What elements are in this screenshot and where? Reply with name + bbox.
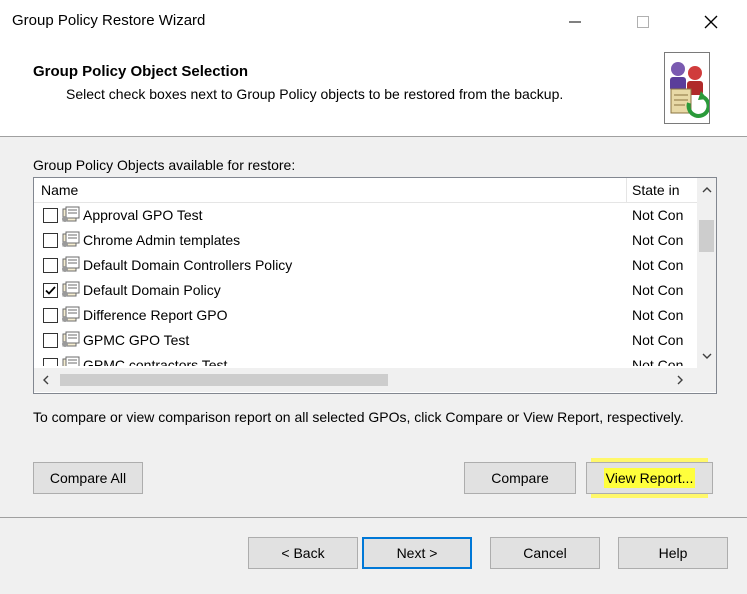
- scroll-down-button[interactable]: [697, 346, 716, 366]
- row-state: Not Con: [632, 282, 684, 298]
- checkmark-icon: [45, 286, 56, 295]
- row-checkbox[interactable]: [43, 208, 58, 223]
- row-checkbox[interactable]: [43, 233, 58, 248]
- row-state: Not Con: [632, 207, 684, 223]
- row-name: GPMC contractors Test: [83, 357, 228, 366]
- gpo-list-label: Group Policy Objects available for resto…: [33, 157, 296, 173]
- chevron-left-icon: [43, 375, 49, 385]
- row-name: Default Domain Policy: [83, 282, 221, 298]
- list-header: Name State in: [34, 178, 716, 203]
- maximize-button[interactable]: [620, 0, 666, 44]
- horizontal-scrollbar[interactable]: [34, 368, 697, 392]
- close-button[interactable]: [688, 0, 734, 44]
- page-title: Group Policy Object Selection: [33, 63, 249, 80]
- scrollbar-corner: [697, 368, 716, 392]
- list-item[interactable]: Default Domain Policy Not Con: [34, 278, 697, 303]
- row-state: Not Con: [632, 357, 684, 366]
- gpo-scroll-icon: [62, 231, 80, 247]
- list-item[interactable]: Default Domain Controllers Policy Not Co…: [34, 253, 697, 278]
- row-name: Difference Report GPO: [83, 307, 228, 323]
- cancel-button[interactable]: Cancel: [490, 537, 600, 569]
- row-name: Chrome Admin templates: [83, 232, 241, 248]
- gpo-list[interactable]: Name State in Approval GPO Test Not Con …: [33, 177, 717, 394]
- gpo-scroll-icon: [62, 206, 80, 222]
- wizard-content: Group Policy Objects available for resto…: [0, 137, 747, 518]
- row-name: GPMC GPO Test: [83, 332, 190, 348]
- row-checkbox[interactable]: [43, 333, 58, 348]
- row-name: Approval GPO Test: [83, 207, 203, 223]
- help-button[interactable]: Help: [618, 537, 728, 569]
- row-state: Not Con: [632, 257, 684, 273]
- next-button[interactable]: Next >: [362, 537, 472, 569]
- row-checkbox[interactable]: [43, 283, 58, 298]
- scroll-right-button[interactable]: [670, 370, 690, 390]
- list-rows: Approval GPO Test Not Con Chrome Admin t…: [34, 203, 697, 366]
- window-title: Group Policy Restore Wizard: [12, 12, 206, 29]
- view-report-label: View Report...: [603, 468, 696, 488]
- scroll-left-button[interactable]: [36, 370, 56, 390]
- gpo-scroll-icon: [62, 256, 80, 272]
- gpo-scroll-icon: [62, 281, 80, 297]
- scroll-up-button[interactable]: [697, 180, 716, 200]
- maximize-icon: [637, 16, 649, 28]
- vertical-scroll-thumb[interactable]: [699, 220, 714, 252]
- list-item[interactable]: GPMC contractors Test Not Con: [34, 353, 697, 366]
- chevron-down-icon: [702, 353, 711, 359]
- minimize-icon: [569, 21, 581, 23]
- row-checkbox[interactable]: [43, 308, 58, 323]
- column-header-name-label: Name: [41, 182, 79, 198]
- row-state: Not Con: [632, 332, 684, 348]
- view-report-button[interactable]: View Report...: [586, 462, 713, 494]
- compare-instructions: To compare or view comparison report on …: [33, 409, 684, 425]
- gpo-scroll-icon: [62, 306, 80, 322]
- row-name: Default Domain Controllers Policy: [83, 257, 293, 273]
- row-state: Not Con: [632, 307, 684, 323]
- compare-button[interactable]: Compare: [464, 462, 576, 494]
- close-icon: [704, 15, 718, 29]
- page-subtitle: Select check boxes next to Group Policy …: [66, 86, 564, 102]
- back-button[interactable]: < Back: [248, 537, 358, 569]
- minimize-button[interactable]: [552, 0, 598, 44]
- row-checkbox[interactable]: [43, 358, 58, 366]
- chevron-right-icon: [677, 375, 683, 385]
- gpo-restore-wizard-icon: [664, 52, 711, 124]
- gpo-scroll-icon: [62, 356, 80, 366]
- chevron-up-icon: [702, 187, 711, 193]
- gpo-scroll-icon: [62, 331, 80, 347]
- wizard-header: Group Policy Object Selection Select che…: [0, 44, 747, 137]
- list-item[interactable]: Approval GPO Test Not Con: [34, 203, 697, 228]
- title-bar: Group Policy Restore Wizard: [0, 0, 747, 44]
- row-state: Not Con: [632, 232, 684, 248]
- vertical-scrollbar[interactable]: [697, 178, 716, 368]
- column-header-state[interactable]: State in: [627, 178, 697, 202]
- list-item[interactable]: Difference Report GPO Not Con: [34, 303, 697, 328]
- horizontal-scroll-thumb[interactable]: [60, 374, 388, 386]
- list-item[interactable]: Chrome Admin templates Not Con: [34, 228, 697, 253]
- compare-all-button[interactable]: Compare All: [33, 462, 143, 494]
- row-checkbox[interactable]: [43, 258, 58, 273]
- column-header-state-label: State in: [632, 182, 680, 198]
- wizard-footer: < Back Next > Cancel Help: [0, 518, 747, 594]
- column-header-name[interactable]: Name: [34, 178, 627, 202]
- list-item[interactable]: GPMC GPO Test Not Con: [34, 328, 697, 353]
